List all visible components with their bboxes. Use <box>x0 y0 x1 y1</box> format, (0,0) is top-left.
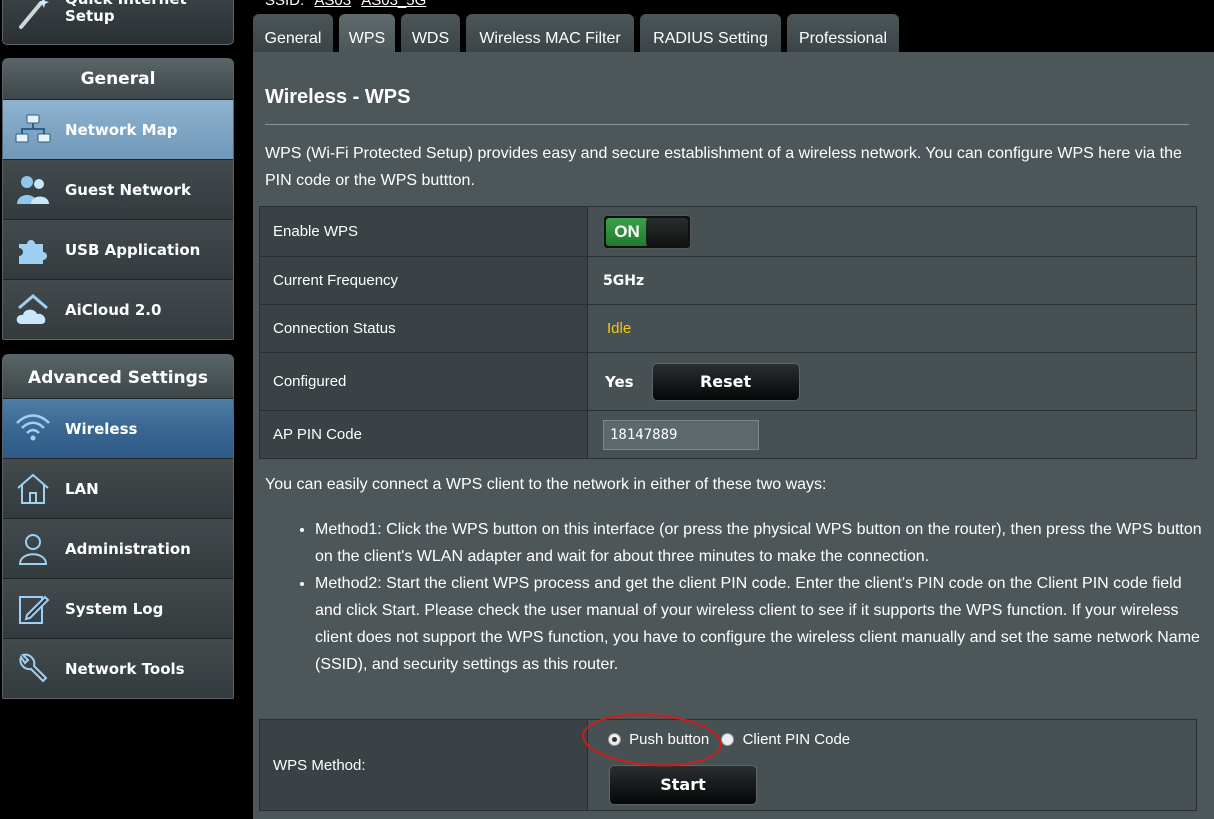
wps-method-row: WPS Method: Push button Client PIN Code … <box>259 719 1197 811</box>
sidebar-item-label: System Log <box>65 600 164 618</box>
house-icon <box>15 473 51 505</box>
configured-value: Yes <box>605 372 634 391</box>
enable-wps-label: Enable WPS <box>260 207 588 256</box>
wps-content-panel: Wireless - WPS WPS (Wi-Fi Protected Setu… <box>253 52 1214 819</box>
tab-wps[interactable]: WPS <box>339 14 395 52</box>
sidebar-item-label: Guest Network <box>65 181 191 199</box>
sidebar-item-usb-application[interactable]: USB Application <box>3 219 233 279</box>
tab-wds[interactable]: WDS <box>401 14 460 52</box>
enable-wps-row: Enable WPS ON <box>259 206 1197 257</box>
sidebar-item-label: LAN <box>65 480 99 498</box>
sidebar-item-wireless[interactable]: Wireless <box>3 398 233 458</box>
ssid-display: SSID: AS03 AS03_5G <box>265 0 426 9</box>
cloud-house-icon <box>15 294 51 326</box>
network-map-icon <box>15 114 51 146</box>
magic-wand-icon <box>17 0 53 36</box>
start-button[interactable]: Start <box>609 765 757 805</box>
method-1-text: Method1: Click the WPS button on this in… <box>315 516 1205 570</box>
quick-internet-setup-button[interactable]: Quick Internet Setup <box>2 0 234 45</box>
connect-info-text: You can easily connect a WPS client to t… <box>265 476 827 493</box>
frequency-row: Current Frequency 5GHz <box>259 257 1197 305</box>
ap-pin-input[interactable] <box>603 419 759 450</box>
quick-setup-label-2: Setup <box>65 7 115 25</box>
client-pin-label[interactable]: Client PIN Code <box>743 731 851 748</box>
frequency-label: Current Frequency <box>260 257 588 304</box>
client-pin-radio[interactable] <box>721 732 735 746</box>
configured-label: Configured <box>260 353 588 410</box>
toggle-knob <box>646 217 688 246</box>
sidebar-item-administration[interactable]: Administration <box>3 518 233 578</box>
tab-professional[interactable]: Professional <box>787 14 899 52</box>
sidebar-item-label: Network Map <box>65 121 178 139</box>
method-2-text: Method2: Start the client WPS process an… <box>315 570 1205 678</box>
sidebar-item-network-tools[interactable]: Network Tools <box>3 638 233 698</box>
connection-status-label: Connection Status <box>260 305 588 352</box>
ssid-5ghz-link[interactable]: AS03_5G <box>361 0 426 9</box>
sidebar-item-lan[interactable]: LAN <box>3 458 233 518</box>
sidebar-item-label: Wireless <box>65 420 138 438</box>
tab-radius-setting[interactable]: RADIUS Setting <box>640 14 781 52</box>
wps-settings-table: Enable WPS ON Current Frequency 5GHz Con… <box>259 206 1197 459</box>
title-divider <box>265 124 1189 125</box>
general-menu-group: General Network Map Guest Network USB Ap… <box>2 58 234 340</box>
sidebar-item-network-map[interactable]: Network Map <box>3 99 233 159</box>
ssid-label: SSID: <box>265 0 305 9</box>
wifi-icon <box>15 413 51 445</box>
general-menu-header: General <box>3 59 233 99</box>
wps-method-options: Push button Client PIN Code <box>608 730 850 748</box>
page-description: WPS (Wi-Fi Protected Setup) provides eas… <box>265 145 1182 189</box>
log-pencil-icon <box>15 593 51 625</box>
page-title: Wireless - WPS <box>265 86 411 108</box>
tab-wireless-mac-filter[interactable]: Wireless MAC Filter <box>466 14 634 52</box>
wps-method-label: WPS Method: <box>260 720 588 810</box>
sidebar-item-label: AiCloud 2.0 <box>65 301 162 319</box>
tab-general[interactable]: General <box>253 14 333 52</box>
configured-row: Configured Yes Reset <box>259 353 1197 411</box>
sidebar-item-guest-network[interactable]: Guest Network <box>3 159 233 219</box>
sidebar-item-label: Administration <box>65 540 191 558</box>
ssid-24ghz-link[interactable]: AS03 <box>314 0 351 9</box>
toggle-on-label: ON <box>606 217 648 246</box>
wrench-icon <box>15 653 51 685</box>
usb-puzzle-icon <box>15 234 51 266</box>
guest-network-icon <box>15 174 51 206</box>
reset-button[interactable]: Reset <box>651 362 800 401</box>
advanced-menu-group: Advanced Settings Wireless LAN Administr… <box>2 354 234 699</box>
push-button-radio[interactable] <box>608 732 621 746</box>
frequency-value: 5GHz <box>603 272 645 289</box>
enable-wps-toggle[interactable]: ON <box>603 214 691 249</box>
sidebar-item-label: USB Application <box>65 241 201 259</box>
sidebar-item-system-log[interactable]: System Log <box>3 578 233 638</box>
sidebar-item-aicloud[interactable]: AiCloud 2.0 <box>3 279 233 339</box>
ap-pin-row: AP PIN Code <box>259 411 1197 459</box>
user-icon <box>15 533 51 565</box>
wps-methods-list: Method1: Click the WPS button on this in… <box>289 516 1205 678</box>
push-button-label[interactable]: Push button <box>629 731 709 748</box>
advanced-menu-header: Advanced Settings <box>3 355 233 398</box>
connection-status-row: Connection Status Idle <box>259 305 1197 353</box>
connection-status-value: Idle <box>607 320 632 337</box>
ap-pin-label: AP PIN Code <box>260 411 588 458</box>
sidebar-item-label: Network Tools <box>65 660 185 678</box>
